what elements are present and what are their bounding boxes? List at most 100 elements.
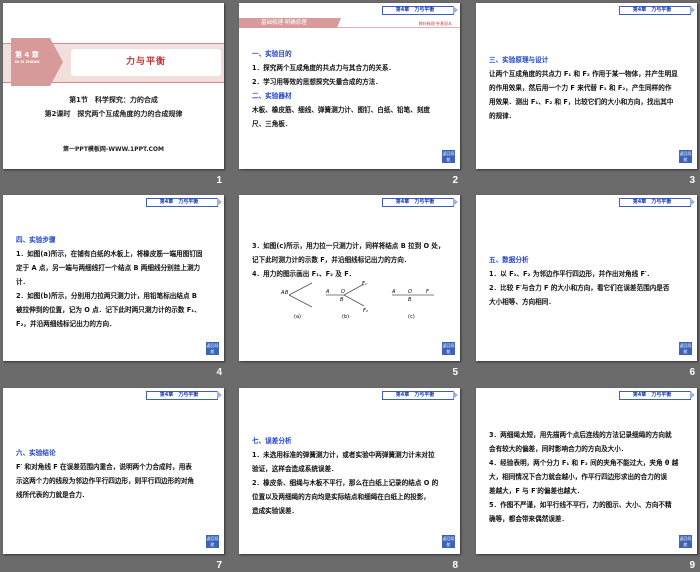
slide-content: 七、误差分析 1．未选用标准的弹簧测力计，或者实验中两弹簧测力计未对拉 验证，这样会…	[252, 434, 452, 518]
label-f2: F₂	[363, 308, 368, 314]
label-f1: F₁	[362, 281, 367, 287]
section-heading: 四、实验步骤	[16, 236, 56, 244]
text-line: 计．	[16, 278, 30, 286]
slide-number: 9	[689, 560, 695, 571]
label-b: B	[408, 297, 412, 303]
section-banner: 基础梳理·明确原理	[239, 18, 341, 28]
text-line: 记下此时测力计的示数 F，并沿细线标记出力的方向．	[252, 256, 411, 264]
chapter-header-badge: 第4章 力与平衡	[619, 6, 695, 15]
text-line: 验证，这样会造成系统误差．	[252, 465, 338, 473]
text-line: 5．作图不严谨，如平行线不平行，力的图示、大小、方向不精	[489, 501, 672, 509]
text-line: 3．如图(c)所示，用力拉一只测力计，同样将结点 B 拉到 O 处，	[252, 242, 445, 250]
section-heading: 二、实验器材	[252, 92, 292, 100]
text-line: 1．如图(a)所示，在铺有白纸的木板上，将橡皮筋一端用图钉固	[16, 250, 203, 258]
slide-content: 五、数据分析 1．以 F₁、F₂ 为邻边作平行四边形，并作出对角线 F′． 2．比较…	[489, 253, 689, 309]
text-line: 让两个互成角度的共点力 F₁ 和 F₂ 作用于某一物体，并产生明显	[489, 70, 678, 78]
text-line: 2．学习用等效的思想探究矢量合成的方法．	[252, 78, 382, 86]
chapter-header-badge: 第4章 力与平衡	[146, 391, 222, 400]
caption-b: (b)	[342, 314, 349, 320]
slide-content: 一、实验目的 1．探究两个互成角度的共点力与其合力的关系． 2．学习用等效的思想探究…	[252, 47, 452, 131]
slide-content: 3．两细绳太短，用先描两个点后连线的方法记录细绳的方向就 会有较大的偏差，同时影响…	[489, 428, 689, 526]
slide-thumbnail-8[interactable]: 第4章 力与平衡七、误差分析 1．未选用标准的弹簧测力计，或者实验中两弹簧测力计未…	[239, 388, 460, 554]
lesson-title: 第2课时 探究两个互成角度的力的合成规律	[44, 110, 183, 118]
slide-content: 六、实验结论 F′ 和对角线 F 在误差范围内重合，说明两个力合成时，用表 示这两个…	[16, 446, 216, 502]
text-line: 木板、橡皮筋、细线、弹簧测力计、图钉、白纸、铅笔、刻度	[252, 106, 431, 114]
text-line: 2．如图(b)所示，分别用力拉两只测力计，用铅笔标出结点 B	[16, 292, 197, 300]
text-line: 被拉伸到的位置，记为 O 点．记下此时两只测力计的示数 F₁、	[16, 306, 201, 314]
chapter-header-badge: 第4章 力与平衡	[382, 198, 458, 207]
text-line: 大小相等、方向相同．	[489, 298, 555, 306]
return-nav-button[interactable]: 返回导航	[679, 535, 692, 548]
section-heading: 三、实验原理与设计	[489, 56, 549, 64]
slide-number: 6	[689, 367, 695, 378]
text-line: F′ 和对角线 F 在误差范围内重合，说明两个力合成时，用表	[16, 463, 192, 471]
slide-thumbnail-4[interactable]: 第4章 力与平衡四、实验步骤 1．如图(a)所示，在铺有白纸的木板上，将橡皮筋一端…	[3, 195, 224, 361]
caption-c: (c)	[408, 314, 415, 320]
text-line: 的规律．	[489, 112, 516, 120]
text-line: 3．两细绳太短，用先描两个点后连线的方法记录细绳的方向就	[489, 431, 672, 439]
section-title: 第1节 科学探究：力的合成	[69, 96, 158, 104]
slide-number: 5	[452, 367, 458, 378]
chapter-header-badge: 第4章 力与平衡	[382, 6, 458, 15]
slide-number: 8	[452, 560, 458, 571]
slide-number: 7	[216, 560, 222, 571]
text-line: 位置以及两细绳的方向均是实际结点和细绳在白纸上的投影，	[252, 493, 431, 501]
chapter-header-badge: 第4章 力与平衡	[146, 198, 222, 207]
text-line: 2．橡皮条、细绳与木板不平行，那么在白纸上记录的结点 O 的	[252, 479, 439, 487]
text-line: 示这两个力的线段为邻边作平行四边形，则平行四边形的对角	[16, 477, 195, 485]
text-line: 1．以 F₁、F₂ 为邻边作平行四边形，并作出对角线 F′．	[489, 270, 654, 278]
chapter-header-badge: 第4章 力与平衡	[619, 391, 695, 400]
return-nav-button[interactable]: 返回导航	[206, 342, 219, 355]
slide-content: 四、实验步骤 1．如图(a)所示，在铺有白纸的木板上，将橡皮筋一端用图钉固 定于 A…	[16, 233, 216, 331]
section-heading: 七、误差分析	[252, 437, 292, 445]
return-nav-button[interactable]: 返回导航	[442, 535, 455, 548]
text-line: 2．比较 F′与合力 F 的大小和方向，看它们在误差范围内是否	[489, 284, 670, 292]
slide-thumbnail-1[interactable]: 第 4 章 DI SI ZHANG 力与平衡 第1节 科学探究：力的合成 第2课时…	[3, 3, 224, 169]
chapter-label: 第 4 章	[15, 51, 39, 59]
text-line: 4．用力的图示画出 F₁、F₂ 及 F．	[252, 270, 356, 278]
chapter-pinyin: DI SI ZHANG	[15, 60, 40, 64]
slide-thumbnail-3[interactable]: 第4章 力与平衡三、实验原理与设计让两个互成角度的共点力 F₁ 和 F₂ 作用于…	[476, 3, 697, 169]
label-a: A	[325, 289, 330, 295]
label-b: B	[340, 297, 344, 303]
text-line: 大，相同情况下合力就会越小，作平行四边形求出的合力的误	[489, 473, 668, 481]
return-nav-button[interactable]: 返回导航	[679, 342, 692, 355]
chapter-header-badge: 第4章 力与平衡	[382, 391, 458, 400]
return-nav-button[interactable]: 返回导航	[679, 150, 692, 163]
slide-content: 三、实验原理与设计让两个互成角度的共点力 F₁ 和 F₂ 作用于某一物体，并产生…	[489, 53, 689, 123]
label-a: A	[391, 289, 396, 295]
slide-number: 4	[216, 367, 222, 378]
text-line: 4．经验表明，两个分力 F₁ 和 F₂ 间的夹角不能过大，夹角 θ 越	[489, 459, 679, 467]
caption-a: (a)	[294, 314, 301, 320]
force-diagram: AB A OBF₁F₂ A OBF (a) (b) (c)	[280, 281, 434, 320]
slide-content: 3．如图(c)所示，用力拉一只测力计，同样将结点 B 拉到 O 处， 记下此时测力…	[252, 239, 452, 281]
label-b: B	[285, 290, 289, 296]
label-o: O	[341, 289, 345, 295]
slide-thumbnail-5[interactable]: 第4章 力与平衡 3．如图(c)所示，用力拉一只测力计，同样将结点 B 拉到 O …	[239, 195, 460, 361]
section-heading: 五、数据分析	[489, 256, 529, 264]
label-o: O	[408, 289, 412, 295]
slide-thumbnail-2[interactable]: 第4章 力与平衡基础梳理·明确原理 教材梳理·夯基固本一、实验目的 1．探究两个互成…	[239, 3, 460, 169]
slide-thumbnail-9[interactable]: 第4章 力与平衡 3．两细绳太短，用先描两个点后连线的方法记录细绳的方向就 会有较大…	[476, 388, 697, 554]
label-f: F	[426, 289, 429, 295]
section-heading: 一、实验目的	[252, 50, 292, 58]
banner-right: 教材梳理·夯基固本	[418, 21, 452, 26]
slide-number: 1	[216, 175, 222, 186]
slide-number: 3	[689, 175, 695, 186]
chapter-header-badge: 第4章 力与平衡	[619, 198, 695, 207]
return-nav-button[interactable]: 返回导航	[206, 535, 219, 548]
slide-thumbnail-6[interactable]: 第4章 力与平衡五、数据分析 1．以 F₁、F₂ 为邻边作平行四边形，并作出对角线…	[476, 195, 697, 361]
text-line: F₂，并沿两细线标记出力的方向．	[16, 320, 116, 328]
section-heading: 六、实验结论	[16, 449, 56, 457]
text-line: 用效果．测出 F₁、F₂ 和 F，比较它们的大小和方向，找出其中	[489, 98, 674, 106]
text-line: 线所代表的力就是合力．	[16, 491, 89, 499]
text-line: 差越大，F 与 F′的偏差也越大．	[489, 487, 584, 495]
return-nav-button[interactable]: 返回导航	[442, 342, 455, 355]
text-line: 的作用效果，然后用一个力 F 来代替 F₁ 和 F₂，产生同样的作	[489, 84, 672, 92]
footer-text: 第一PPT模板网-WWW.1PPT.COM	[63, 146, 164, 153]
text-line: 造成实验误差．	[252, 507, 299, 515]
return-nav-button[interactable]: 返回导航	[442, 150, 455, 163]
text-line: 确等，都会带来偶然误差．	[489, 515, 569, 523]
slide-thumbnail-7[interactable]: 第4章 力与平衡六、实验结论 F′ 和对角线 F 在误差范围内重合，说明两个力合成…	[3, 388, 224, 554]
slide-number: 2	[452, 175, 458, 186]
